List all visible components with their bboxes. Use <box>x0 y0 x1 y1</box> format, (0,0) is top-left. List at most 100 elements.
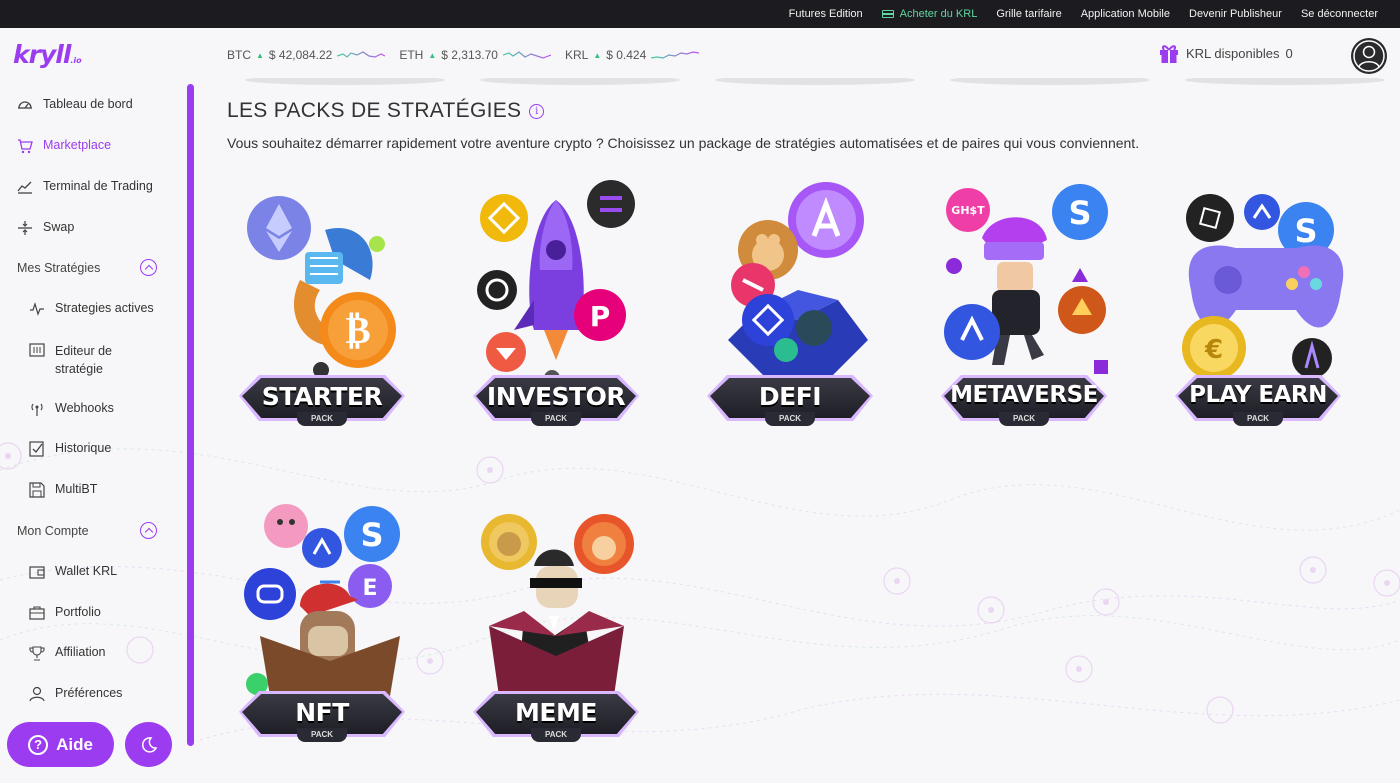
sidebar-item-portfolio[interactable]: Portfolio <box>29 605 101 621</box>
mobile-app-link[interactable]: Application Mobile <box>1081 8 1170 20</box>
svg-text:S: S <box>360 516 383 554</box>
become-publisher-link[interactable]: Devenir Publisheur <box>1189 8 1282 20</box>
antenna-icon <box>31 403 43 416</box>
cart-icon <box>18 139 33 154</box>
sidebar-item-label: Webhooks <box>55 401 114 415</box>
nft-pack-illustration: S E <box>244 504 400 696</box>
ticker-btc: BTC ▲ $ 42,084.22 <box>227 48 386 62</box>
pack-name: NFT <box>295 698 349 727</box>
buy-krl-link[interactable]: Acheter du KRL <box>881 8 977 20</box>
sidebar-item-wallet-krl[interactable]: Wallet KRL <box>29 564 117 580</box>
play-earn-pack-illustration: S € <box>1182 194 1344 380</box>
svg-text:€: € <box>1204 335 1223 365</box>
pack-name: DEFI <box>758 382 822 411</box>
user-silhouette-icon <box>1353 40 1385 72</box>
krl-available-label: KRL disponibles <box>1186 45 1280 61</box>
pack-card-starter[interactable]: ₿ STARTER PACK <box>230 180 430 440</box>
pack-label: PACK <box>1233 412 1283 426</box>
svg-text:₿: ₿ <box>345 308 370 352</box>
ticker-price: $ 0.424 <box>606 48 647 62</box>
pack-label: PACK <box>765 412 815 426</box>
pack-badge: DEFI PACK <box>707 375 873 426</box>
sidebar-item-affiliation[interactable]: Affiliation <box>29 645 106 661</box>
user-icon <box>29 686 45 702</box>
pulse-icon <box>30 302 44 316</box>
sidebar-item-label: Editeur de stratégie <box>55 342 112 378</box>
sidebar-item-dashboard[interactable]: Tableau de bord <box>17 97 133 113</box>
pack-card-metaverse[interactable]: GH$T S METAVERSE PACK <box>932 180 1132 440</box>
section-my-strategies[interactable]: Mes Stratégies <box>17 259 157 276</box>
dark-mode-toggle[interactable] <box>125 722 172 767</box>
sidebar-item-marketplace[interactable]: Marketplace <box>17 138 111 154</box>
svg-text:S: S <box>1294 212 1317 250</box>
section-my-account[interactable]: Mon Compte <box>17 522 157 539</box>
pack-card-investor[interactable]: P INVESTOR PACK <box>464 180 664 440</box>
chevron-up-icon[interactable] <box>140 259 157 276</box>
pack-card-play-earn[interactable]: S € PLAY EARN PACK <box>1166 180 1366 440</box>
sidebar-item-strategy-editor[interactable]: Editeur de stratégie <box>29 342 112 378</box>
ticker-price: $ 42,084.22 <box>268 48 333 62</box>
gift-icon <box>1160 45 1178 63</box>
defi-pack-illustration <box>728 182 868 380</box>
pack-card-defi[interactable]: DEFI PACK <box>698 180 898 440</box>
section-title: Mes Stratégies <box>17 260 101 275</box>
question-icon: ? <box>28 734 49 755</box>
ticker-symbol: ETH <box>399 48 424 62</box>
sidebar-item-label: Marketplace <box>43 138 112 152</box>
help-button[interactable]: ? Aide <box>7 722 114 767</box>
label-line-1: Editeur de <box>55 344 112 358</box>
krl-available[interactable]: KRL disponibles 0 <box>1158 42 1293 64</box>
pack-label: PACK <box>531 412 581 426</box>
sidebar-item-label: Historique <box>55 441 112 455</box>
sidebar-item-webhooks[interactable]: Webhooks <box>29 401 114 417</box>
price-up-icon: ▲ <box>256 50 264 60</box>
page-title-text: LES PACKS DE STRATÉGIES <box>227 99 522 122</box>
chart-line-icon <box>17 181 32 194</box>
svg-text:GH$T: GH$T <box>951 204 985 217</box>
sidebar-item-preferences[interactable]: Préférences <box>29 686 122 702</box>
briefcase-icon <box>29 606 45 620</box>
sidebar-item-trading-terminal[interactable]: Terminal de Trading <box>17 179 153 195</box>
sidebar-item-multibt[interactable]: MultiBT <box>29 482 97 498</box>
eth-sparkline <box>502 51 551 59</box>
ticker-price: $ 2,313.70 <box>441 48 498 62</box>
user-avatar[interactable] <box>1351 38 1387 74</box>
svg-text:P: P <box>590 300 611 333</box>
svg-text:E: E <box>362 576 377 601</box>
kryll-logo[interactable]: kryll.io <box>13 40 82 69</box>
krl-available-value: 0 <box>1285 45 1293 61</box>
sidebar-item-history[interactable]: Historique <box>29 441 111 457</box>
dashboard-icon <box>18 101 32 109</box>
pack-name: STARTER <box>261 382 383 411</box>
sidebar-item-swap[interactable]: Swap <box>17 220 74 236</box>
credit-card-icon <box>881 10 894 18</box>
pack-badge: INVESTOR PACK <box>473 375 639 426</box>
swap-icon <box>18 221 32 235</box>
sidebar-scrollbar[interactable] <box>187 84 194 746</box>
pack-label: PACK <box>297 412 347 426</box>
pricing-link[interactable]: Grille tarifaire <box>996 8 1061 20</box>
pack-name: METAVERSE <box>950 382 1098 408</box>
info-icon[interactable]: i <box>529 103 545 119</box>
pack-name: PLAY EARN <box>1189 382 1327 408</box>
sidebar-item-label: Portfolio <box>55 605 101 619</box>
logout-link[interactable]: Se déconnecter <box>1301 8 1378 20</box>
sidebar-item-active-strategies[interactable]: Strategies actives <box>29 301 154 317</box>
page-subtitle: Vous souhaitez démarrer rapidement votre… <box>227 135 1140 151</box>
pack-badge: STARTER PACK <box>239 375 405 426</box>
sidebar-item-label: Strategies actives <box>55 301 154 315</box>
ticker-symbol: BTC <box>227 48 251 62</box>
futures-edition-link[interactable]: Futures Edition <box>789 8 863 20</box>
moon-icon <box>141 736 157 753</box>
sidebar-item-label: MultiBT <box>55 482 98 496</box>
checklist-icon <box>29 441 44 457</box>
ticker-krl: KRL ▲ $ 0.424 <box>565 48 700 62</box>
pack-badge: MEME PACK <box>473 691 639 742</box>
pack-card-meme[interactable]: MEME PACK <box>464 496 664 756</box>
sidebar-item-label: Wallet KRL <box>55 564 118 578</box>
krl-sparkline <box>651 51 700 59</box>
chevron-up-icon[interactable] <box>140 522 157 539</box>
pack-badge: METAVERSE PACK <box>941 375 1107 426</box>
pack-card-nft[interactable]: S E NFT PACK <box>230 496 430 756</box>
top-navigation-bar: Futures Edition Acheter du KRL Grille ta… <box>0 0 1400 28</box>
